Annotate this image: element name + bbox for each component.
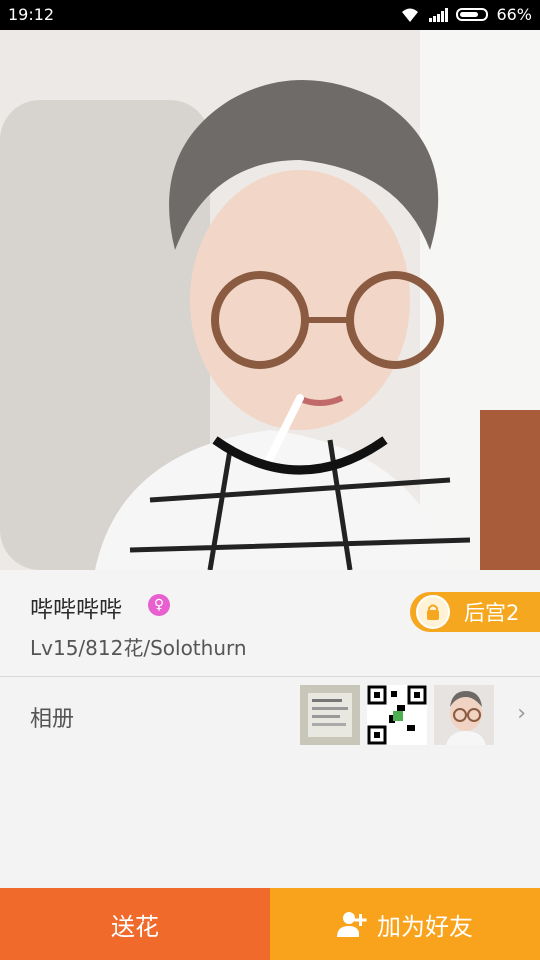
status-time: 19:12 — [8, 5, 55, 24]
profile-info: 哔哔哔哔 ♀ Lv15/812花/Solothurn 后宫2 — [0, 570, 540, 677]
send-flower-button[interactable]: 送花 — [0, 888, 270, 960]
wifi-icon — [402, 8, 419, 22]
send-flower-label: 送花 — [111, 912, 159, 941]
harem-button[interactable]: 后宫2 — [410, 592, 540, 632]
profile-photo[interactable] — [0, 30, 540, 570]
lock-icon — [416, 595, 450, 629]
user-name: 哔哔哔哔 — [30, 597, 122, 623]
status-bar: 19:12 66% — [0, 0, 540, 30]
bottom-action-bar: 送花 加为好友 — [0, 888, 540, 960]
album-title: 相册 — [30, 707, 75, 732]
album-thumb-3[interactable] — [434, 685, 494, 745]
add-user-icon — [337, 912, 367, 937]
album-thumb-2[interactable] — [367, 685, 427, 745]
status-icons: 66% — [400, 5, 532, 24]
signal-icon — [429, 7, 449, 22]
album-row[interactable]: 相册 › — [0, 677, 540, 753]
female-gender-icon: ♀ — [148, 594, 170, 616]
chevron-right-icon[interactable]: › — [517, 701, 526, 726]
album-thumb-1[interactable] — [300, 685, 360, 745]
harem-label: 后宫2 — [464, 601, 520, 625]
add-friend-button[interactable]: 加为好友 — [270, 888, 540, 960]
profile-photo-illustration — [0, 30, 540, 570]
battery-percent: 66% — [496, 5, 532, 24]
user-level: Lv15/812花/Solothurn — [30, 636, 247, 660]
add-friend-label: 加为好友 — [377, 912, 473, 941]
battery-icon — [456, 8, 489, 21]
